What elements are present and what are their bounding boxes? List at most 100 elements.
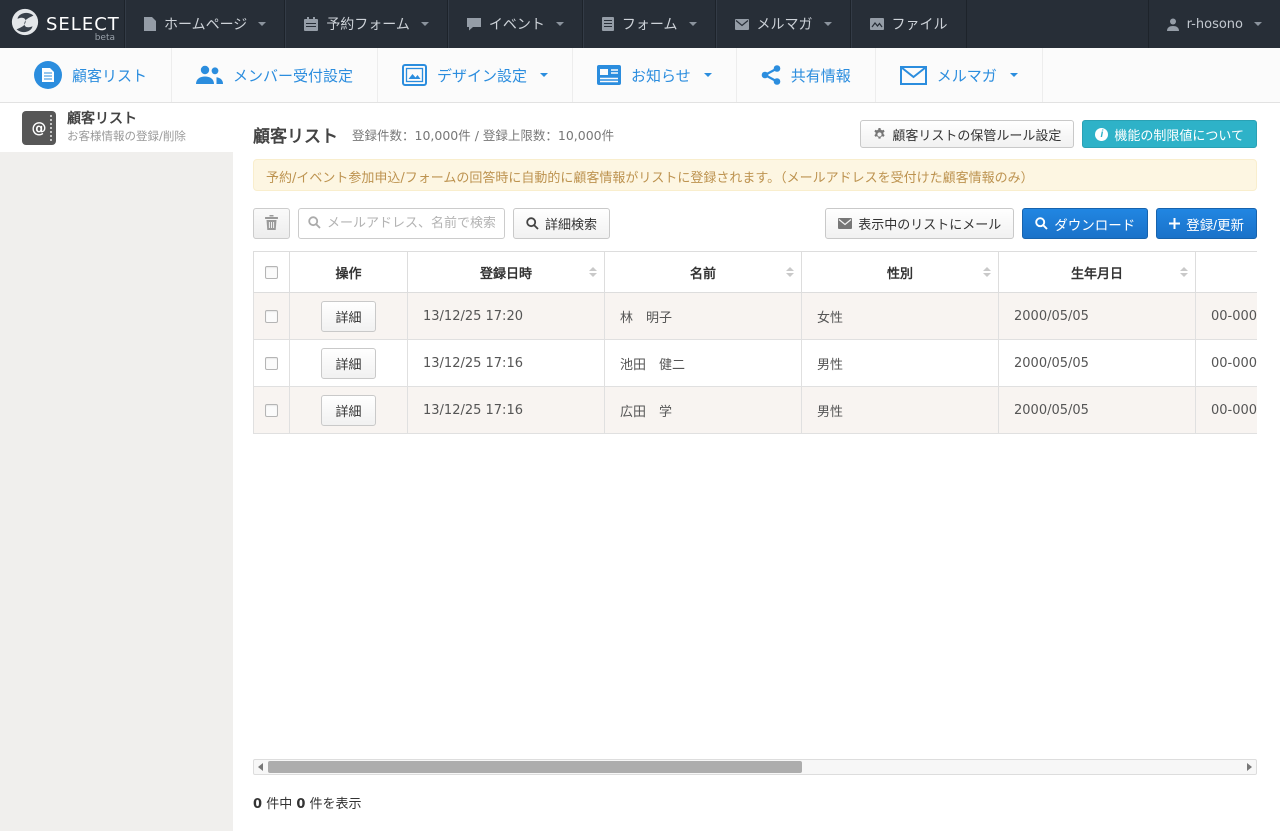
column-header-registered-date[interactable]: 登録日時 [408, 252, 605, 293]
table-row: 詳細 13/12/25 17:16 池田 健二 男性 2000/05/05 00… [254, 340, 1258, 387]
caret-down-icon [1254, 22, 1262, 26]
page-header: 顧客リスト 登録件数：10,000件 / 登録上限数：10,000件 顧客リスト… [253, 119, 1257, 149]
sort-icon[interactable] [786, 267, 794, 277]
sort-icon[interactable] [1180, 267, 1188, 277]
row-gender-cell: 男性 [802, 340, 999, 387]
customer-table: 操作 登録日時 名前 性別 生年月日 詳細 13/12/25 17:20 林 明… [253, 251, 1257, 434]
chat-icon [467, 17, 481, 31]
row-checkbox[interactable] [265, 357, 278, 370]
page-title: 顧客リスト [253, 122, 338, 147]
brand-beta-tag: beta [95, 33, 115, 43]
row-birthdate-cell: 2000/05/05 [999, 293, 1196, 340]
sidebar-header: @ 顧客リスト お客様情報の登録/削除 [0, 103, 233, 152]
form-icon [602, 17, 614, 31]
select-all-checkbox[interactable] [265, 266, 278, 279]
detail-button[interactable]: 詳細 [321, 301, 375, 332]
info-icon: i [1095, 128, 1108, 141]
subnav-item-member-settings[interactable]: メンバー受付設定 [172, 48, 378, 102]
count-label: 件中 [266, 797, 292, 812]
advanced-search-button[interactable]: 詳細検索 [513, 208, 610, 239]
sort-icon[interactable] [983, 267, 991, 277]
topnav-item-label: メルマガ [757, 14, 813, 34]
scroll-left-arrow[interactable] [254, 760, 267, 774]
subnav-item-customer-list[interactable]: 顧客リスト [10, 48, 172, 102]
row-date-cell: 13/12/25 17:16 [408, 387, 605, 434]
row-birthdate-cell: 2000/05/05 [999, 340, 1196, 387]
search-icon [1035, 217, 1048, 230]
column-header-birthdate[interactable]: 生年月日 [999, 252, 1196, 293]
mail-icon [735, 19, 749, 30]
topnav-item-label: 予約フォーム [326, 14, 410, 34]
trash-icon [265, 215, 278, 233]
topnav-item-event[interactable]: イベント [448, 0, 583, 48]
caret-down-icon [704, 73, 712, 77]
caret-down-icon [556, 22, 564, 26]
column-header-name[interactable]: 名前 [605, 252, 802, 293]
header-checkbox-cell [254, 252, 290, 293]
user-menu[interactable]: r-hosono [1148, 0, 1280, 48]
row-checkbox-cell [254, 387, 290, 434]
subnav-item-announcements[interactable]: お知らせ [573, 48, 737, 102]
registration-stats: 登録件数：10,000件 / 登録上限数：10,000件 [352, 125, 614, 144]
count-shown: 0 [296, 797, 305, 812]
subnav-item-label: お知らせ [631, 65, 691, 86]
topnav-item-homepage[interactable]: ホームページ [125, 0, 285, 48]
members-icon [196, 65, 223, 85]
topnav-item-reservation-form[interactable]: 予約フォーム [285, 0, 448, 48]
search-input[interactable] [327, 216, 495, 231]
row-gender-cell: 女性 [802, 293, 999, 340]
plus-icon [1169, 218, 1180, 229]
result-count: 0 件中 0 件を表示 [253, 793, 1257, 812]
sidebar-subtitle: お客様情報の登録/削除 [67, 128, 186, 144]
register-update-button[interactable]: 登録/更新 [1156, 208, 1257, 239]
horizontal-scrollbar[interactable] [253, 759, 1257, 775]
search-icon [308, 214, 321, 233]
row-checkbox[interactable] [265, 404, 278, 417]
left-triangle-icon [258, 763, 263, 771]
topnav-item-newsletter[interactable]: メルマガ [716, 0, 851, 48]
column-header-gender[interactable]: 性別 [802, 252, 999, 293]
row-phone-cell: 00-0000-0 [1196, 340, 1258, 387]
mail-icon [838, 218, 852, 229]
auto-registration-notice: 予約/イベント参加申込/フォームの回答時に自動的に顧客情報がリストに登録されます… [253, 159, 1257, 191]
row-gender-cell: 男性 [802, 387, 999, 434]
topnav-item-file[interactable]: ファイル [851, 0, 967, 48]
download-button[interactable]: ダウンロード [1022, 208, 1148, 239]
subnav-item-newsletter[interactable]: メルマガ [876, 48, 1043, 102]
download-label: ダウンロード [1054, 214, 1135, 234]
subnav-item-shared-info[interactable]: 共有情報 [737, 48, 876, 102]
top-navigation-bar: SELECT beta ホームページ 予約フォーム イベント フォーム メルマガ [0, 0, 1280, 48]
share-icon [761, 65, 781, 85]
subnav-item-design-settings[interactable]: デザイン設定 [378, 48, 573, 102]
sidebar: @ 顧客リスト お客様情報の登録/削除 [0, 103, 233, 831]
row-birthdate-cell: 2000/05/05 [999, 387, 1196, 434]
caret-down-icon [258, 22, 266, 26]
row-name-cell: 広田 学 [605, 387, 802, 434]
caret-down-icon [421, 22, 429, 26]
table-row: 詳細 13/12/25 17:20 林 明子 女性 2000/05/05 00-… [254, 293, 1258, 340]
feature-limits-button[interactable]: i 機能の制限値について [1082, 120, 1257, 148]
scroll-right-arrow[interactable] [1243, 760, 1256, 774]
row-checkbox[interactable] [265, 310, 278, 323]
topnav-item-label: フォーム [622, 14, 678, 34]
row-checkbox-cell [254, 340, 290, 387]
subnav-item-label: 顧客リスト [72, 65, 147, 86]
search-box [298, 208, 505, 239]
mail-to-list-label: 表示中のリストにメール [858, 214, 1001, 233]
column-header-phone [1196, 252, 1258, 293]
row-action-cell: 詳細 [290, 340, 408, 387]
detail-button[interactable]: 詳細 [321, 348, 375, 379]
row-date-cell: 13/12/25 17:16 [408, 340, 605, 387]
caret-down-icon [540, 73, 548, 77]
addressbook-icon: @ [22, 111, 56, 145]
mail-to-list-button[interactable]: 表示中のリストにメール [825, 208, 1014, 239]
brand-logo[interactable]: SELECT beta [0, 0, 125, 48]
storage-rule-settings-label: 顧客リストの保管ルール設定 [892, 125, 1061, 144]
delete-selected-button[interactable] [253, 208, 290, 239]
caret-down-icon [1010, 73, 1018, 77]
sort-icon[interactable] [589, 267, 597, 277]
storage-rule-settings-button[interactable]: 顧客リストの保管ルール設定 [860, 120, 1074, 148]
scrollbar-thumb[interactable] [268, 761, 802, 773]
detail-button[interactable]: 詳細 [321, 395, 375, 426]
topnav-item-form[interactable]: フォーム [583, 0, 716, 48]
